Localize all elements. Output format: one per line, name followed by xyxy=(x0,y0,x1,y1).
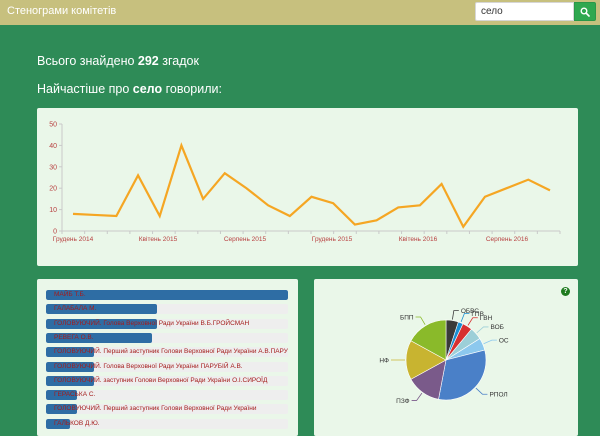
x-tick-label: Серпень 2015 xyxy=(224,236,267,243)
speaker-row[interactable]: ГОЛОВУЮЧИЙ. Перший заступник Голови Верх… xyxy=(46,404,288,415)
search-term: село xyxy=(132,82,163,96)
timeline-chart: 0 10 20 30 40 50 Грудень 2014 Квітень 2015 Серпе… xyxy=(49,122,561,243)
y-tick-label: 10 xyxy=(49,207,57,214)
speaker-row[interactable]: ГОЛОВУЮЧИЙ. Перший заступник Голови Верх… xyxy=(46,347,288,358)
search-icon xyxy=(580,7,590,17)
x-tick-label: Квітень 2016 xyxy=(399,235,438,243)
speaker-name[interactable]: ГОЛОВУЮЧИЙ. Перший заступник Голови Верх… xyxy=(54,347,288,357)
y-tick-label: 0 xyxy=(53,229,57,236)
speaker-row[interactable]: ГОЛОВУЮЧИЙ. Голова Верховної Ради Україн… xyxy=(46,361,288,372)
y-tick-label: 40 xyxy=(49,143,57,150)
top-bar: Стенограми комітетів xyxy=(0,0,600,25)
pie-leader-line xyxy=(411,392,423,401)
pie-leader-line xyxy=(452,310,459,320)
parties-panel: ? ОБВС ГПВ ГВН ВОБ ОС РПОЛ ПЗФ НФ БПП xyxy=(314,279,578,436)
most-spoken-heading: Найчастіше про село говорили: xyxy=(37,82,222,96)
speaker-name[interactable]: ГЕРАСЬКА С. xyxy=(54,390,95,400)
pie-leader-line xyxy=(483,339,497,345)
summary-prefix: Всього знайдено xyxy=(37,54,138,68)
y-tick-label: 20 xyxy=(49,186,57,193)
pie-label: НФ xyxy=(379,357,389,364)
speaker-name[interactable]: ГОЛОВУЮЧИЙ. заступник Голови Верховної Р… xyxy=(54,376,267,386)
speaker-row[interactable]: МАЙБ Т.Б. xyxy=(46,290,288,300)
speakers-panel: МАЙБ Т.Б. ГАЛАБАЛА М. ГОЛОВУЮЧИЙ. Голова В… xyxy=(37,279,298,436)
speaker-row[interactable]: ГАЛАБАЛА М. xyxy=(46,304,288,315)
speaker-row[interactable]: ГАЛЬКОВ Д.Ю. xyxy=(46,418,288,429)
parties-pie-chart: ОБВСГПВГВНВОБОСРПОЛПЗФНФБПП xyxy=(379,308,509,405)
pie-leader-line xyxy=(415,316,426,325)
x-tick-label: Грудень 2014 xyxy=(53,236,94,243)
speaker-row[interactable]: ГОЛОВУЮЧИЙ. Голова Верховної Ради Україн… xyxy=(46,318,288,329)
speaker-name[interactable]: ГАЛАБАЛА М. xyxy=(54,304,96,314)
x-tick-label: Серпень 2016 xyxy=(486,236,529,243)
search-button[interactable] xyxy=(574,2,596,21)
pie-label: ВОБ xyxy=(491,324,504,331)
y-tick-label: 30 xyxy=(49,164,57,171)
heading-prefix: Найчастіше про xyxy=(37,82,133,96)
x-tick-label: Квітень 2015 xyxy=(139,235,178,243)
pie-leader-line xyxy=(476,326,489,334)
pie-label: ОС xyxy=(499,337,509,344)
timeline-panel: 0 10 20 30 40 50 Грудень 2014 Квітень 2015 Серпе… xyxy=(37,108,578,266)
speaker-name[interactable]: ГОЛОВУЮЧИЙ. Голова Верховної Ради Україн… xyxy=(54,319,249,329)
pie-label: ГВН xyxy=(480,315,493,322)
help-icon[interactable]: ? xyxy=(561,287,570,296)
search-input[interactable] xyxy=(475,2,574,21)
pie-label: ПЗФ xyxy=(396,398,410,405)
speaker-name[interactable]: РЕВЕГА О.В. xyxy=(54,333,94,343)
mentions-line xyxy=(72,142,551,229)
pie-leader-line xyxy=(467,317,478,326)
results-count: 292 xyxy=(137,54,159,68)
heading-suffix: говорили: xyxy=(162,82,222,96)
results-summary: Всього знайдено 292 згадок xyxy=(37,54,199,68)
pie-label: БПП xyxy=(400,314,414,321)
pie-leader-line xyxy=(475,387,488,395)
speaker-row[interactable]: ГОЛОВУЮЧИЙ. заступник Голови Верховної Р… xyxy=(46,375,288,386)
summary-suffix: згадок xyxy=(158,54,199,68)
speaker-name[interactable]: ГОЛОВУЮЧИЙ. Перший заступник Голови Верх… xyxy=(54,404,256,414)
y-tick-label: 50 xyxy=(49,122,57,129)
speaker-row[interactable]: ГЕРАСЬКА С. xyxy=(46,390,288,401)
speaker-name[interactable]: ГАЛЬКОВ Д.Ю. xyxy=(54,419,100,429)
app-title[interactable]: Стенограми комітетів xyxy=(7,5,116,17)
x-tick-label: Грудень 2015 xyxy=(312,236,353,243)
speaker-name[interactable]: ГОЛОВУЮЧИЙ. Голова Верховної Ради Україн… xyxy=(54,362,243,372)
pie-label: РПОЛ xyxy=(489,392,507,399)
speaker-name[interactable]: МАЙБ Т.Б. xyxy=(54,290,86,300)
speaker-row[interactable]: РЕВЕГА О.В. xyxy=(46,332,288,343)
